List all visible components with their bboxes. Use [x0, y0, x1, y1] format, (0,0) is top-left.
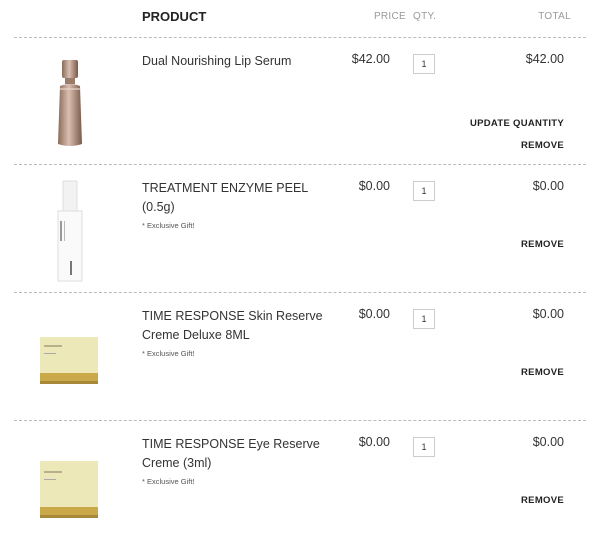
- header-price: PRICE: [373, 11, 406, 22]
- header-total: TOTAL: [538, 11, 571, 22]
- item-price: $0.00: [358, 307, 390, 321]
- remove-button[interactable]: REMOVE: [521, 367, 564, 378]
- update-quantity-button[interactable]: UPDATE QUANTITY: [470, 118, 564, 129]
- quantity-input[interactable]: 1: [413, 309, 435, 329]
- cart-item: TIME RESPONSE Skin Reserve Creme Deluxe …: [0, 293, 600, 420]
- cart-header: PRODUCT PRICE QTY. TOTAL: [0, 0, 600, 36]
- item-price: $0.00: [358, 179, 390, 193]
- exclusive-gift-note: * Exclusive Gift!: [142, 349, 195, 358]
- item-price: $42.00: [351, 52, 390, 66]
- exclusive-gift-note: * Exclusive Gift!: [142, 221, 195, 230]
- cart-item: Dual Nourishing Lip Serum $42.00 1 $42.0…: [0, 38, 600, 164]
- quantity-input[interactable]: 1: [413, 54, 435, 74]
- remove-button[interactable]: REMOVE: [521, 140, 564, 151]
- item-price: $0.00: [358, 435, 390, 449]
- item-total: $0.00: [532, 179, 564, 193]
- exclusive-gift-note: * Exclusive Gift!: [142, 477, 195, 486]
- remove-button[interactable]: REMOVE: [521, 495, 564, 506]
- product-name[interactable]: TIME RESPONSE Eye Reserve Creme (3ml): [142, 435, 342, 473]
- cart-item: TREATMENT ENZYME PEEL (0.5g) * Exclusive…: [0, 165, 600, 292]
- item-total: $42.00: [525, 52, 564, 66]
- product-image-gold-bottle: [30, 48, 110, 158]
- product-name[interactable]: Dual Nourishing Lip Serum: [142, 52, 342, 71]
- product-name[interactable]: TREATMENT ENZYME PEEL (0.5g): [142, 179, 342, 217]
- product-name[interactable]: TIME RESPONSE Skin Reserve Creme Deluxe …: [142, 307, 342, 345]
- header-qty: QTY.: [413, 11, 437, 22]
- product-image-white-tube: [30, 173, 110, 283]
- cart-item: TIME RESPONSE Eye Reserve Creme (3ml) * …: [0, 421, 600, 543]
- quantity-input[interactable]: 1: [413, 437, 435, 457]
- product-image-cream-jar: [30, 301, 110, 411]
- item-total: $0.00: [532, 435, 564, 449]
- remove-button[interactable]: REMOVE: [521, 239, 564, 250]
- item-total: $0.00: [532, 307, 564, 321]
- header-product: PRODUCT: [142, 9, 207, 24]
- product-image-cream-jar: [30, 431, 110, 541]
- quantity-input[interactable]: 1: [413, 181, 435, 201]
